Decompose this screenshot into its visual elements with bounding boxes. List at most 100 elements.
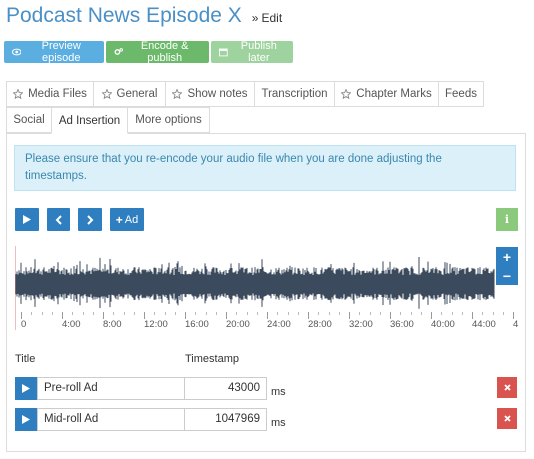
star-icon <box>172 89 183 99</box>
chevron-right-icon <box>86 214 93 225</box>
timeline-minor-tick <box>236 312 238 315</box>
tab-label: More options <box>135 114 202 126</box>
close-icon <box>503 415 511 422</box>
timeline-minor-tick <box>82 312 84 315</box>
timeline-minor-tick <box>246 312 248 315</box>
timeline-minor-tick <box>205 312 207 315</box>
eye-icon <box>12 48 22 56</box>
ad-title-input[interactable]: Mid-roll Ad <box>37 407 185 431</box>
delete-ad-button[interactable] <box>497 377 517 398</box>
row-play-button[interactable] <box>15 376 37 400</box>
action-bar: Preview episode Encode & publish Publish… <box>4 40 293 64</box>
tab-chapter-marks[interactable]: Chapter Marks <box>334 81 439 107</box>
tab-label: General <box>116 88 158 100</box>
timeline-tick-label: 16:00 <box>185 319 209 330</box>
reencode-alert: Please ensure that you re-encode your au… <box>14 145 516 191</box>
timeline-tick-label: 32:00 <box>349 319 373 330</box>
timeline-minor-tick <box>31 312 33 315</box>
ad-insertion-panel: Please ensure that you re-encode your au… <box>6 134 526 452</box>
ad-marker-row: Pre-roll Ad 43000 ms <box>15 376 286 400</box>
tab-general[interactable]: General <box>93 81 166 107</box>
timeline-minor-tick <box>51 312 53 315</box>
ad-timestamp-input[interactable]: 1047969 <box>185 407 267 431</box>
tab-media-files[interactable]: Media Files <box>6 81 94 107</box>
delete-ad-button[interactable] <box>497 408 517 429</box>
encode-publish-button[interactable]: Encode & publish <box>106 40 209 64</box>
timeline-tick <box>513 312 514 319</box>
timeline-minor-tick <box>441 312 443 315</box>
breadcrumb-edit: Edit <box>261 11 283 25</box>
timeline-minor-tick <box>287 312 289 315</box>
timeline-minor-tick <box>41 312 43 315</box>
timeline-tick-label: 44:00 <box>472 319 496 330</box>
plus-icon: + <box>115 212 123 227</box>
timeline-tick-label: 8:00 <box>103 319 122 330</box>
play-button[interactable] <box>15 208 39 231</box>
timeline-tick <box>144 312 145 319</box>
timeline-ruler: 0 4:00 8:00 12:00 16:00 20:00 24:00 28:00 32:00 3… <box>15 312 518 332</box>
timeline-minor-tick <box>277 312 279 315</box>
ad-title-input[interactable]: Pre-roll Ad <box>37 376 185 400</box>
tab-social[interactable]: Social <box>6 107 52 133</box>
play-icon <box>23 215 31 224</box>
timeline-tick <box>226 312 227 319</box>
tab-feeds[interactable]: Feeds <box>438 81 484 107</box>
timeline-tick-label: 0 <box>21 319 27 330</box>
timeline-tick <box>185 312 186 319</box>
row-play-button[interactable] <box>15 407 37 431</box>
title-column-header: Title <box>15 353 36 365</box>
ad-timestamp-input[interactable]: 43000 <box>185 376 267 400</box>
timeline-tick-label: 20:00 <box>226 319 250 330</box>
timeline-minor-tick <box>461 312 463 315</box>
zoom-out-button[interactable]: − <box>496 266 518 285</box>
tab-label: Ad Insertion <box>58 114 121 127</box>
timestamp-unit: ms <box>271 417 286 429</box>
timeline-tick <box>62 312 63 319</box>
preview-episode-label: Preview episode <box>41 40 81 64</box>
timeline-minor-tick <box>359 312 361 315</box>
star-icon <box>13 89 24 99</box>
tab-label: Transcription <box>261 88 328 100</box>
timeline-minor-tick <box>410 312 412 315</box>
next-button[interactable] <box>78 208 102 231</box>
timeline-tick <box>472 312 473 319</box>
publish-later-button[interactable]: Publish later <box>211 40 293 64</box>
previous-button[interactable] <box>47 208 70 231</box>
timeline-minor-tick <box>420 312 422 315</box>
add-ad-button[interactable]: + Ad <box>110 208 144 231</box>
tab-label: Social <box>13 114 45 126</box>
tab-label: Chapter Marks <box>356 88 432 100</box>
timeline-minor-tick <box>338 312 340 315</box>
preview-episode-button[interactable]: Preview episode <box>4 40 104 64</box>
timeline-tick <box>267 312 268 319</box>
cogs-icon <box>114 48 123 55</box>
timeline-tick-label: 40:00 <box>431 319 455 330</box>
star-icon <box>101 89 112 99</box>
timeline-minor-tick <box>123 312 125 315</box>
play-icon <box>22 414 30 424</box>
breadcrumb-separator: » <box>251 11 259 25</box>
timeline-tick-label: 4:00 <box>62 319 81 330</box>
tab-transcription[interactable]: Transcription <box>254 81 335 107</box>
timeline-minor-tick <box>451 312 453 315</box>
tab-label: Show notes <box>187 88 248 100</box>
zoom-in-button[interactable]: + <box>496 247 518 266</box>
info-button[interactable]: i <box>496 208 518 231</box>
timeline-tick-label: 12:00 <box>144 319 168 330</box>
tab-ad-insertion[interactable]: Ad Insertion <box>51 107 128 134</box>
publish-later-label: Publish later <box>240 40 277 64</box>
chevron-left-icon <box>55 214 62 225</box>
timeline-minor-tick <box>256 312 258 315</box>
add-ad-label: Ad <box>124 213 139 226</box>
timeline-tick <box>308 312 309 319</box>
waveform-path <box>15 257 495 309</box>
timeline-tick-label: 36:00 <box>390 319 414 330</box>
timeline-minor-tick <box>400 312 402 315</box>
timeline-tick <box>431 312 432 319</box>
timeline-tick <box>21 312 22 319</box>
timeline-minor-tick <box>328 312 330 315</box>
tab-more-options[interactable]: More options <box>127 107 210 133</box>
timeline-minor-tick <box>482 312 484 315</box>
timeline-minor-tick <box>164 312 166 315</box>
tab-show-notes[interactable]: Show notes <box>165 81 255 107</box>
